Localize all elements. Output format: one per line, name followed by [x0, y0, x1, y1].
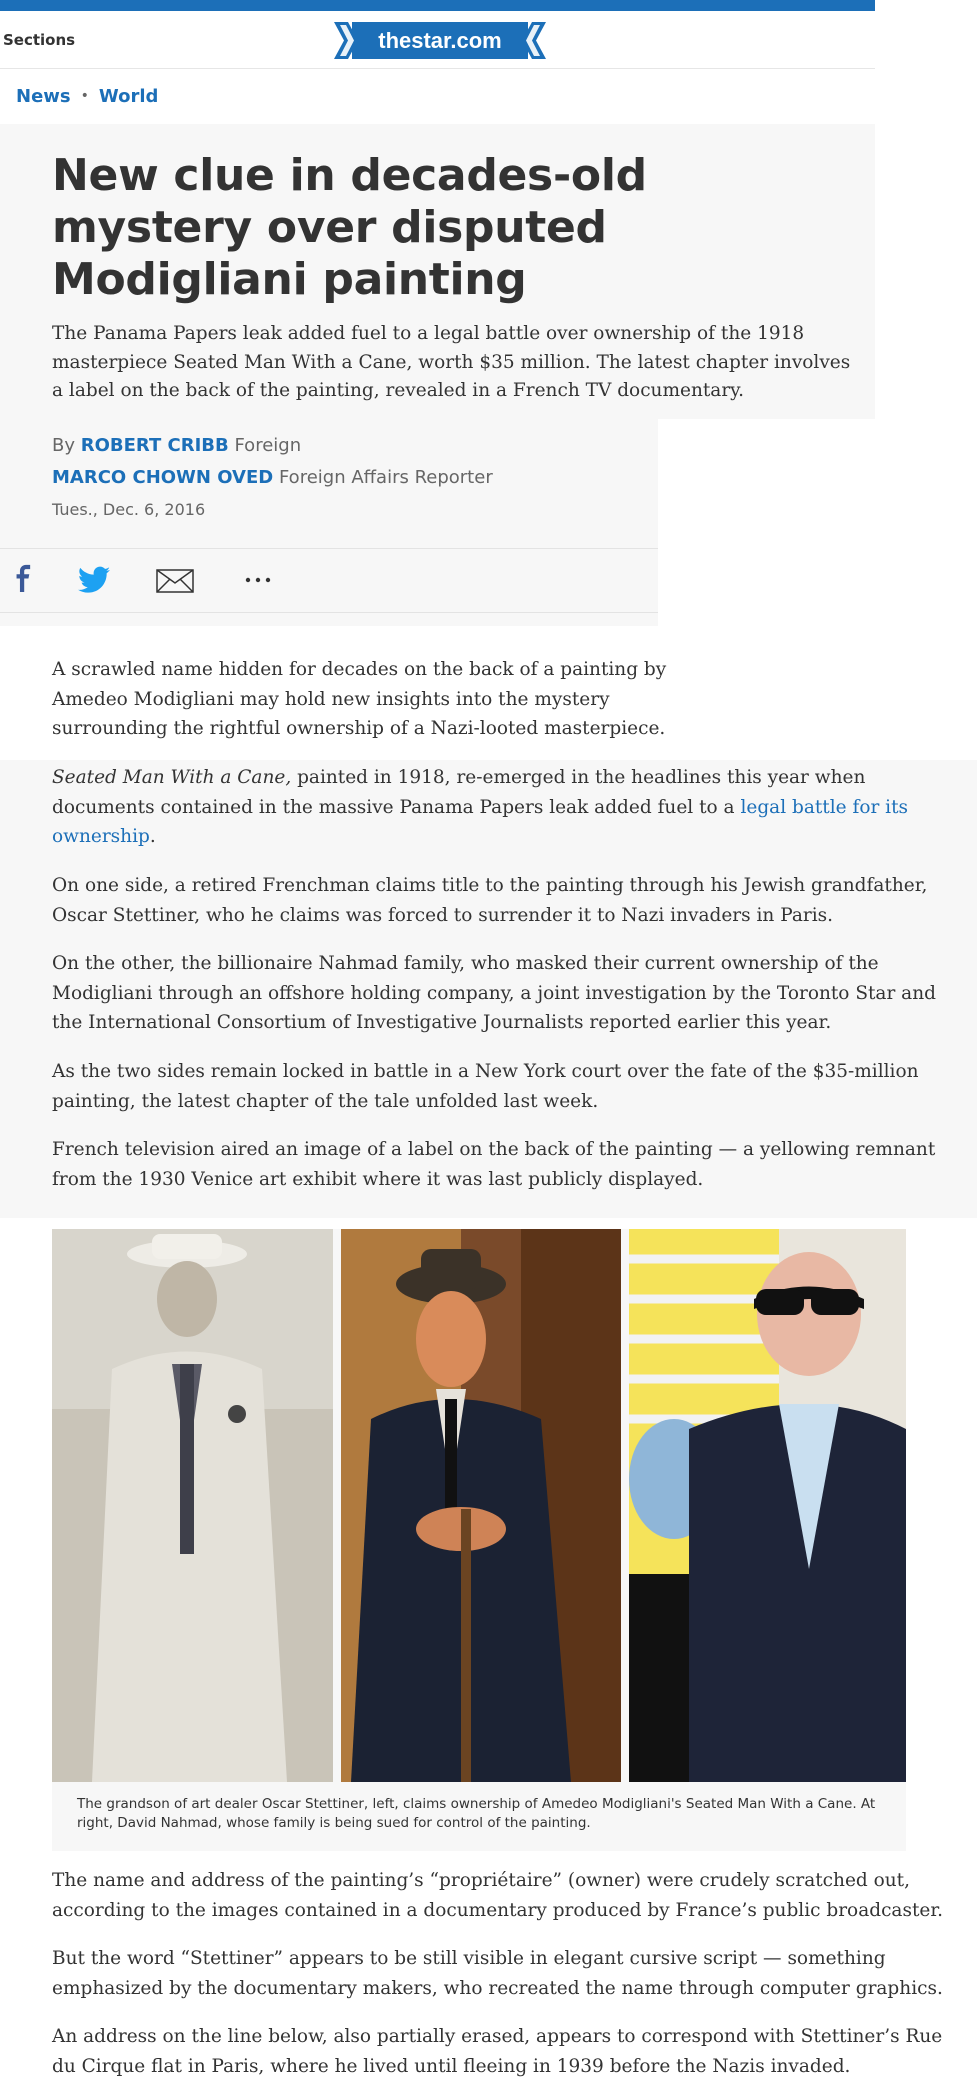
publish-date: Tues., Dec. 6, 2016 — [52, 500, 206, 519]
author-2-desk: Foreign Affairs Reporter — [278, 467, 493, 488]
author-1-link[interactable]: ROBERT CRIBB — [81, 435, 229, 456]
article-paragraph: As the two sides remain locked in battle… — [52, 1061, 919, 1112]
top-accent-bar — [0, 0, 875, 11]
breadcrumb: News • World — [16, 86, 158, 107]
byline-row-1: By ROBERT CRIBB Foreign — [52, 430, 493, 462]
article-dek: The Panama Papers leak added fuel to a l… — [52, 323, 851, 401]
article-paragraph: Seated Man With a Cane, painted in 1918,… — [52, 763, 952, 852]
share-divider-top — [0, 548, 658, 549]
article-paragraph: On the other, the billionaire Nahmad fam… — [52, 953, 936, 1033]
nahmad-photo[interactable] — [629, 1229, 906, 1782]
header-divider — [0, 68, 875, 69]
article-headline: New clue in decades-old mystery over dis… — [52, 150, 647, 305]
author-2-link[interactable]: MARCO CHOWN OVED — [52, 467, 273, 488]
stettiner-photo[interactable] — [52, 1229, 333, 1782]
more-icon[interactable] — [244, 576, 272, 584]
breadcrumb-world-link[interactable]: World — [99, 86, 159, 107]
thestar-logo[interactable]: thestar.com — [334, 22, 546, 59]
facebook-icon[interactable] — [14, 562, 36, 596]
photo-caption: The grandson of art dealer Oscar Stettin… — [77, 1796, 876, 1831]
paragraph-end: . — [149, 826, 156, 847]
byline: By ROBERT CRIBB Foreign MARCO CHOWN OVED… — [52, 430, 493, 526]
sections-menu-button[interactable]: Sections — [3, 31, 75, 49]
logo-text: thestar.com — [378, 28, 502, 53]
photo-figure: The grandson of art dealer Oscar Stettin… — [52, 1229, 906, 1851]
article-paragraph: But the word “Stettiner” appears to be s… — [52, 1948, 943, 1999]
twitter-icon[interactable] — [78, 566, 110, 594]
email-icon[interactable] — [156, 569, 194, 593]
breadcrumb-separator: • — [80, 88, 89, 104]
article-paragraph: On one side, a retired Frenchman claims … — [52, 875, 928, 926]
article-paragraph: An address on the line below, also parti… — [52, 2026, 943, 2077]
article-paragraph: The name and address of the painting’s “… — [52, 1870, 944, 1921]
article-paragraph: French television aired an image of a la… — [52, 1139, 936, 1190]
byline-row-2: MARCO CHOWN OVED Foreign Affairs Reporte… — [52, 462, 493, 494]
author-1-desk: Foreign — [234, 435, 302, 456]
share-divider-bottom — [0, 612, 658, 613]
painting-title: Seated Man With a Cane, — [52, 767, 292, 788]
breadcrumb-news-link[interactable]: News — [16, 86, 71, 107]
byline-by: By — [52, 435, 76, 456]
article-paragraph: A scrawled name hidden for decades on th… — [52, 659, 667, 739]
seated-man-painting[interactable] — [341, 1229, 621, 1782]
